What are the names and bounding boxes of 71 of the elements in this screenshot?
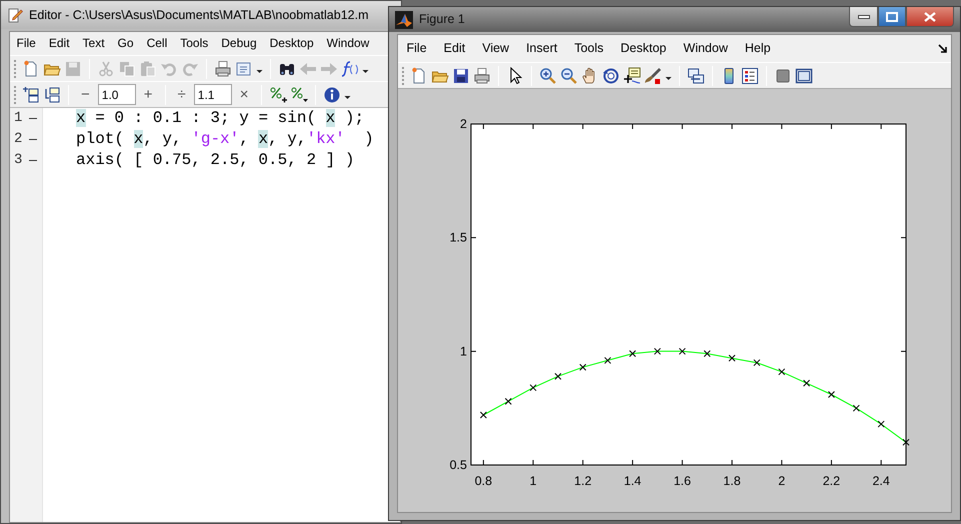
tick-label: 1.8 <box>723 474 741 488</box>
toolbar-button[interactable]: × <box>234 86 254 104</box>
tick-label: 1.4 <box>624 474 642 488</box>
toolbar-button[interactable]: − <box>76 86 95 104</box>
function-icon[interactable] <box>341 60 359 78</box>
code-line: axis( [ 0.75, 2.5, 0.5, 2 ] ) <box>76 150 356 171</box>
menu-item[interactable]: Tools <box>174 32 215 55</box>
input-field[interactable]: 1.0 <box>98 84 136 105</box>
tick-label: 1.2 <box>574 474 592 488</box>
breakpoint-dash[interactable] <box>29 160 38 162</box>
line-number: 2 <box>14 130 22 149</box>
link-icon[interactable] <box>687 66 705 84</box>
menu-item[interactable]: View <box>474 37 518 60</box>
minimize-icon <box>858 14 870 20</box>
menu-item[interactable]: File <box>398 37 436 60</box>
dock-arrow-icon[interactable] <box>938 44 948 54</box>
peak-icon <box>395 10 413 28</box>
tick-label: 2 <box>460 117 467 131</box>
tick-label: 1.6 <box>674 474 691 488</box>
tick-label: 2 <box>778 474 786 488</box>
percent-plus-icon[interactable] <box>268 86 287 104</box>
menu-item[interactable]: Window <box>674 37 736 60</box>
brush-icon[interactable] <box>644 66 662 84</box>
menu-item[interactable]: Go <box>111 32 140 55</box>
breakpoint-dash[interactable] <box>29 118 38 120</box>
tick-label: 2.4 <box>872 474 890 488</box>
window-title: Editor - C:\Users\Asus\Documents\MATLAB\noobmatlab12.m <box>29 6 368 24</box>
window-icon[interactable] <box>795 66 813 84</box>
maximize-icon <box>886 12 898 22</box>
square-icon[interactable] <box>774 66 792 84</box>
tick-label: 1.5 <box>450 230 467 245</box>
menu-item[interactable]: Desktop <box>263 32 320 55</box>
tick-label: 0.5 <box>450 458 467 472</box>
insert-rows-icon[interactable] <box>43 86 61 104</box>
line-number: 3 <box>14 151 22 170</box>
window-title: Figure 1 <box>419 11 466 28</box>
rotate-icon[interactable] <box>602 66 620 84</box>
document-pencil-icon <box>7 7 23 23</box>
menu-item[interactable]: Tools <box>566 37 612 60</box>
menu-item[interactable]: Cell <box>140 32 174 55</box>
maximize-button[interactable] <box>878 7 906 27</box>
printer-icon[interactable] <box>214 60 232 78</box>
minimize-button[interactable] <box>849 7 878 27</box>
line-number: 1 <box>14 109 22 128</box>
breakpoint-dash[interactable] <box>29 138 38 140</box>
info-icon[interactable] <box>322 86 341 104</box>
input-field[interactable]: 1.1 <box>194 84 232 105</box>
menu-item[interactable]: Desktop <box>612 37 675 60</box>
tick-label: 1 <box>460 344 467 358</box>
menu-item[interactable]: Insert <box>518 37 566 60</box>
toolbar-button[interactable]: ÷ <box>172 86 191 104</box>
menu-item[interactable]: Text <box>76 32 112 55</box>
menu-item[interactable]: Help <box>736 37 780 60</box>
menu-item[interactable]: File <box>10 32 42 55</box>
close-button[interactable] <box>906 7 954 27</box>
zoom-in-icon[interactable] <box>539 66 557 84</box>
menu-item[interactable]: Edit <box>435 37 474 60</box>
tick-label: 0.8 <box>474 474 492 488</box>
percent-icon[interactable] <box>290 86 308 104</box>
toolbar-button[interactable]: + <box>138 86 158 104</box>
tick-label: 2.2 <box>822 474 840 488</box>
menu-item[interactable]: Debug <box>214 32 264 55</box>
insert-rows-icon[interactable] <box>22 86 40 104</box>
menu-item[interactable]: Window <box>320 32 376 55</box>
zoom-out-icon[interactable] <box>560 66 578 84</box>
tick-label: 1 <box>530 474 537 488</box>
data-cursor-icon[interactable] <box>623 66 641 84</box>
menu-item[interactable]: Edit <box>42 32 76 55</box>
legend-icon[interactable] <box>741 66 759 84</box>
close-icon <box>924 12 936 22</box>
printer-icon[interactable] <box>473 66 491 84</box>
